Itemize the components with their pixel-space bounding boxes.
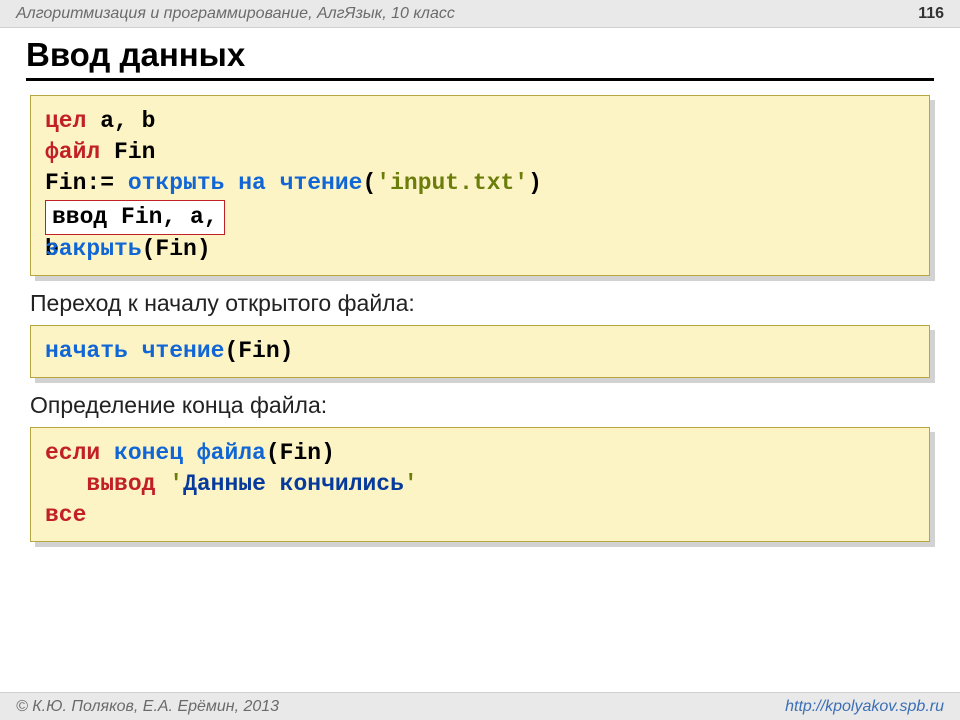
code-line: если конец файла(Fin) — [45, 438, 915, 469]
code-line: Fin:= открыть на чтение('input.txt') — [45, 168, 915, 199]
code-block-2: начать чтение(Fin) — [30, 325, 930, 378]
copyright: © К.Ю. Поляков, Е.А. Ерёмин, 2013 — [16, 698, 279, 716]
subheading-1: Переход к началу открытого файла: — [30, 290, 930, 317]
code-line: вывод 'Данные кончились' — [45, 469, 915, 500]
code-line: файл Fin — [45, 137, 915, 168]
footer-bar: © К.Ю. Поляков, Е.А. Ерёмин, 2013 http:/… — [0, 692, 960, 720]
page-title: Ввод данных — [26, 36, 934, 81]
code-line: b закрыть(Fin) — [45, 234, 915, 265]
subheading-2: Определение конца файла: — [30, 392, 930, 419]
header-left: Алгоритмизация и программирование, АлгЯз… — [16, 0, 455, 27]
code-line: цел a, b — [45, 106, 915, 137]
code-block-1: цел a, b файл Fin Fin:= открыть на чтени… — [30, 95, 930, 276]
code-line: ввод Fin, a, — [45, 199, 915, 236]
title-row: Ввод данных — [0, 28, 960, 81]
header-bar: Алгоритмизация и программирование, АлгЯз… — [0, 0, 960, 28]
code-line: все — [45, 500, 915, 531]
footer-url: http://kpolyakov.spb.ru — [785, 698, 944, 716]
code-block-3: если конец файла(Fin) вывод 'Данные конч… — [30, 427, 930, 542]
page-number: 116 — [918, 0, 944, 27]
highlighted-code: ввод Fin, a, — [45, 200, 225, 235]
